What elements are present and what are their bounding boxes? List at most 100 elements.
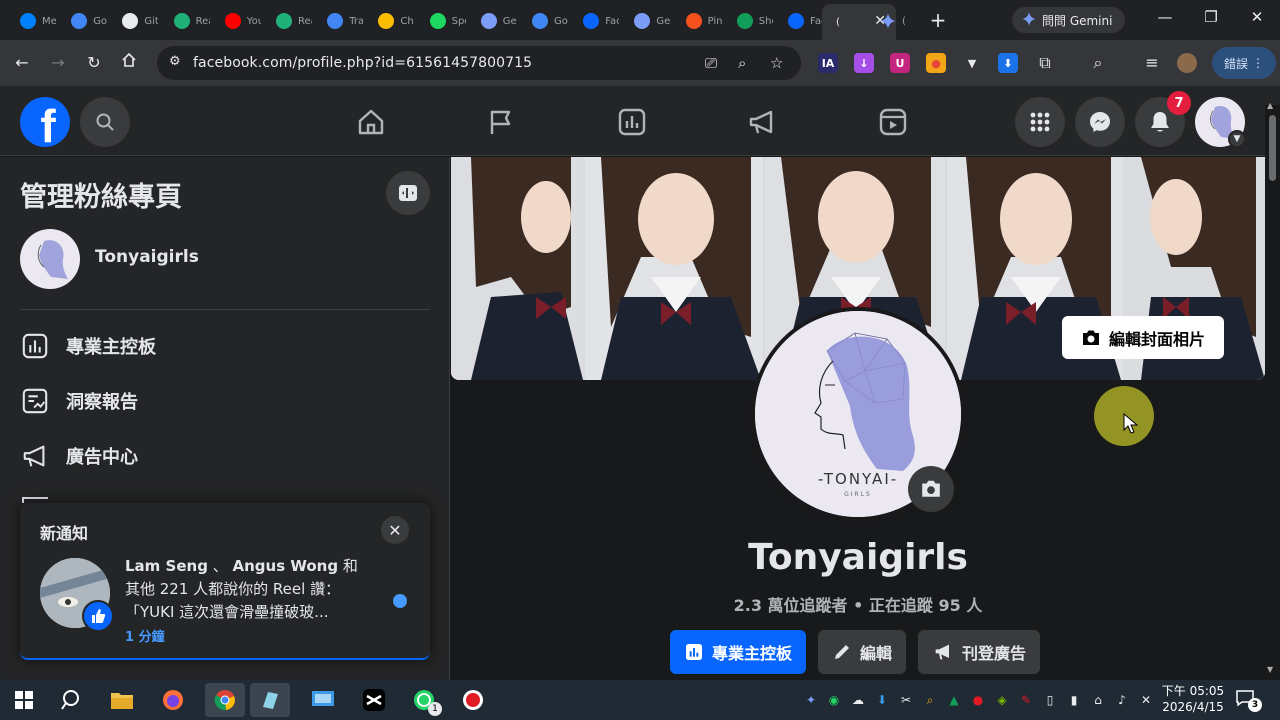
edit-cover-photo-button[interactable]: 編輯封面相片 [1062, 316, 1224, 359]
extension-icon-0[interactable]: IA [818, 53, 838, 73]
advertise-button[interactable]: 刊登廣告 [918, 630, 1041, 674]
update-profile-picture-button[interactable] [908, 466, 954, 512]
home-button[interactable] [118, 52, 140, 74]
action-center-button[interactable]: 3 [1236, 690, 1262, 712]
whatsapp-tray-icon[interactable]: ◉ [826, 692, 842, 708]
error-update-button[interactable]: 錯誤 ⋮ [1212, 47, 1276, 79]
close-window-button[interactable]: ✕ [1242, 8, 1272, 26]
collapse-panel-button[interactable] [386, 171, 430, 215]
file-explorer-button[interactable] [108, 686, 136, 714]
menu-item-ads-center[interactable]: 廣告中心 [20, 434, 430, 478]
follower-stats[interactable]: 2.3 萬位追蹤者 • 正在追蹤 95 人 [451, 592, 1265, 616]
chrome-button[interactable] [205, 683, 245, 717]
nav-ads[interactable] [746, 106, 778, 138]
tab-6[interactable]: Translate [313, 8, 363, 34]
menu-item-insights[interactable]: 洞察報告 [20, 379, 430, 423]
notes-app-button[interactable] [250, 683, 290, 717]
tab-14[interactable]: Sheets [723, 8, 773, 34]
start-button[interactable] [10, 686, 38, 714]
install-app-icon[interactable]: ⎚ [705, 54, 717, 72]
extensions-puzzle-icon[interactable]: ⧉ [1034, 52, 1056, 74]
tab-0[interactable]: Meta [6, 8, 56, 34]
zoom-icon[interactable]: ⌕ [738, 54, 746, 72]
control-panel-button[interactable] [309, 686, 337, 714]
search-button[interactable] [80, 97, 130, 147]
extension-icon-1[interactable]: ↓ [854, 53, 874, 73]
gemini-icon [634, 13, 651, 29]
plus-icon [736, 13, 753, 29]
tab-1[interactable]: Google [57, 8, 107, 34]
tab-gemini-2[interactable]: ( [866, 8, 916, 34]
record-tray-icon[interactable]: ● [970, 692, 986, 708]
scroll-down-icon[interactable]: ▼ [1267, 665, 1273, 674]
taskbar-search-button[interactable] [58, 686, 86, 714]
tab-4[interactable]: YouTube [211, 8, 261, 34]
capcut-button[interactable] [360, 686, 388, 714]
facebook-logo[interactable]: f [20, 97, 70, 147]
whatsapp-button[interactable]: 1 [410, 686, 442, 716]
minimize-button[interactable]: — [1150, 8, 1180, 26]
extension-icon-3[interactable]: ● [926, 53, 946, 73]
restore-button[interactable]: ❐ [1196, 8, 1226, 26]
scrollbar-thumb[interactable] [1269, 115, 1276, 181]
media-controls-icon[interactable]: ≡ [1141, 52, 1163, 74]
tab-search-icon[interactable]: ⌕ [1087, 52, 1109, 74]
tab-7[interactable]: Chrome [364, 8, 414, 34]
url-text[interactable]: facebook.com/profile.php?id=615614578007… [193, 55, 532, 71]
site-settings-icon[interactable]: ⚙ [169, 54, 181, 69]
profile-avatar[interactable] [1177, 52, 1199, 74]
screen-recorder-button[interactable] [459, 686, 487, 714]
tab-11[interactable]: Facebook [569, 8, 619, 34]
edit-profile-button[interactable]: 編輯 [818, 630, 907, 674]
tab-3[interactable]: Readwise [160, 8, 210, 34]
volume-tray-icon[interactable]: ♪ [1114, 692, 1130, 708]
address-bar[interactable]: ⚙ facebook.com/profile.php?id=6156145780… [157, 46, 801, 80]
phone-tray-icon[interactable]: ▮ [1066, 692, 1082, 708]
messenger-button[interactable] [1075, 97, 1125, 147]
nav-home[interactable] [355, 106, 387, 138]
nav-dashboard[interactable] [616, 106, 648, 138]
reload-button[interactable]: ↻ [83, 52, 105, 74]
extension-icon-5[interactable]: ⬇ [998, 53, 1018, 73]
ask-gemini-button[interactable]: 問問 Gemini [1012, 7, 1125, 33]
nav-pages[interactable] [485, 106, 517, 138]
new-tab-button[interactable]: + [928, 8, 948, 32]
extension-icon-4[interactable]: ▼ [962, 53, 982, 73]
menu-button[interactable] [1015, 97, 1065, 147]
usb-tray-icon[interactable]: ▯ [1042, 692, 1058, 708]
account-chevron-icon[interactable]: ▼ [1228, 130, 1246, 148]
drive-tray-icon[interactable]: ▲ [946, 692, 962, 708]
close-toast-button[interactable]: ✕ [381, 516, 409, 544]
mute-tray-icon[interactable]: ✕ [1138, 692, 1154, 708]
new-notification-toast[interactable]: 新通知 ✕ Lam Seng 、 Angus Wong 和其他 221 人都說你… [20, 503, 430, 660]
extension-icon-2[interactable]: U [890, 53, 910, 73]
tab-10[interactable]: Google [518, 8, 568, 34]
bookmark-star-icon[interactable]: ☆ [770, 54, 783, 72]
tab-2[interactable]: GitHub [108, 8, 158, 34]
tab-13[interactable]: Pinwheel [672, 8, 722, 34]
tab-12[interactable]: Gemini [620, 8, 670, 34]
menu-item-dashboard[interactable]: 專業主控板 [20, 324, 430, 368]
network-tray-icon[interactable]: ☁ [850, 692, 866, 708]
search-tray-icon[interactable]: ⌕ [922, 692, 938, 708]
page-scrollbar[interactable]: ▲ ▼ [1265, 101, 1280, 680]
download-tray-icon[interactable]: ⬇ [874, 692, 890, 708]
tab-9[interactable]: Gemini [467, 8, 517, 34]
page-name[interactable]: Tonyaigirls [95, 247, 199, 267]
tab-5[interactable]: Readwise [262, 8, 312, 34]
professional-dashboard-button[interactable]: 專業主控板 [670, 630, 807, 674]
back-button[interactable]: ← [11, 52, 33, 74]
nav-reels[interactable] [877, 106, 909, 138]
capcut-tray-icon[interactable]: ✂ [898, 692, 914, 708]
firefox-button[interactable] [159, 686, 187, 714]
tab-8[interactable]: Spotify [416, 8, 466, 34]
clock[interactable]: 下午 05:05 2026/4/15 [1160, 683, 1226, 715]
forward-button[interactable]: → [47, 52, 69, 74]
wifi-tray-icon[interactable]: ⌂ [1090, 692, 1106, 708]
nvidia-tray-icon[interactable]: ◈ [994, 692, 1010, 708]
scroll-up-icon[interactable]: ▲ [1267, 101, 1273, 110]
acrobat-tray-icon[interactable]: ✎ [1018, 692, 1034, 708]
gemini-tray-icon[interactable]: ✦ [803, 692, 819, 708]
page-avatar[interactable] [20, 229, 80, 289]
tab-15[interactable]: Facebook [774, 8, 824, 34]
